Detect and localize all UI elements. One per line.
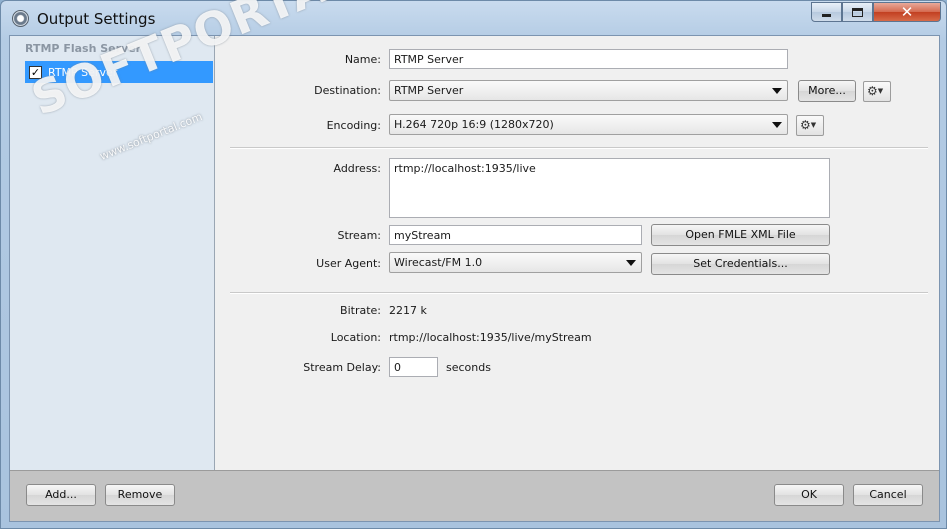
remove-button[interactable]: Remove <box>105 484 175 506</box>
group-label: RTMP Flash Server <box>25 42 142 55</box>
list-item-label: RTMP Server <box>48 65 118 79</box>
title-bar[interactable]: Output Settings ✕ <box>1 1 946 35</box>
stream-input[interactable]: myStream <box>389 225 642 245</box>
address-label: Address: <box>333 162 381 175</box>
ok-button[interactable]: OK <box>774 484 844 506</box>
app-icon <box>12 10 29 27</box>
gear-icon: ⚙ <box>867 84 878 98</box>
add-button[interactable]: Add... <box>26 484 96 506</box>
stream-label: Stream: <box>337 229 381 242</box>
divider <box>230 147 928 149</box>
name-label: Name: <box>344 53 381 66</box>
dialog-client-area: RTMP Flash Server ✓ RTMP Server Name: RT… <box>9 0 940 522</box>
bitrate-value: 2217 k <box>389 304 427 317</box>
list-item-rtmp-server[interactable]: ✓ RTMP Server <box>25 61 213 83</box>
caret-down-icon: ▼ <box>810 121 817 129</box>
address-textarea[interactable]: rtmp://localhost:1935/live <box>389 158 830 218</box>
encoding-value: H.264 720p 16:9 (1280x720) <box>394 118 554 131</box>
destination-gear-menu[interactable]: ⚙▼ <box>863 81 891 102</box>
stream-delay-input[interactable]: 0 <box>389 357 438 377</box>
checkmark-icon: ✓ <box>30 65 41 79</box>
user-agent-value: Wirecast/FM 1.0 <box>394 256 483 269</box>
stream-delay-unit: seconds <box>446 361 491 374</box>
enable-checkbox[interactable]: ✓ <box>29 65 42 79</box>
stream-delay-label: Stream Delay: <box>303 361 381 374</box>
maximize-button[interactable] <box>842 2 873 22</box>
settings-form: Name: RTMP Server Destination: RTMP Serv… <box>216 36 939 470</box>
more-button[interactable]: More... <box>798 80 856 102</box>
output-settings-window: Output Settings ✕ RTMP Flash Server ✓ RT… <box>0 0 947 529</box>
set-credentials-button[interactable]: Set Credentials... <box>651 253 830 275</box>
encoding-dropdown[interactable]: H.264 720p 16:9 (1280x720) <box>389 114 788 135</box>
divider <box>230 292 928 294</box>
caret-down-icon: ▼ <box>877 87 884 95</box>
cancel-button[interactable]: Cancel <box>853 484 923 506</box>
user-agent-dropdown[interactable]: Wirecast/FM 1.0 <box>389 252 642 273</box>
encoding-gear-menu[interactable]: ⚙▼ <box>796 115 824 136</box>
destination-value: RTMP Server <box>394 84 464 97</box>
window-title: Output Settings <box>37 10 156 28</box>
encoding-label: Encoding: <box>326 119 381 132</box>
name-input[interactable]: RTMP Server <box>389 49 788 69</box>
maximize-icon <box>852 7 863 17</box>
location-label: Location: <box>330 331 381 344</box>
dropdown-arrow-icon <box>772 122 782 128</box>
close-icon: ✕ <box>900 3 914 21</box>
open-fmle-xml-button[interactable]: Open FMLE XML File <box>651 224 830 246</box>
minimize-button[interactable] <box>811 2 842 22</box>
dropdown-arrow-icon <box>626 260 636 266</box>
gear-icon: ⚙ <box>800 118 811 132</box>
output-list-panel: RTMP Flash Server ✓ RTMP Server <box>10 36 215 470</box>
destination-dropdown[interactable]: RTMP Server <box>389 80 788 101</box>
dropdown-arrow-icon <box>772 88 782 94</box>
location-value: rtmp://localhost:1935/live/myStream <box>389 331 592 344</box>
close-button[interactable]: ✕ <box>873 2 941 22</box>
minimize-icon <box>822 13 831 17</box>
bitrate-label: Bitrate: <box>340 304 381 317</box>
user-agent-label: User Agent: <box>316 257 381 270</box>
dialog-button-bar: Add... Remove OK Cancel <box>10 470 939 521</box>
destination-label: Destination: <box>314 84 381 97</box>
